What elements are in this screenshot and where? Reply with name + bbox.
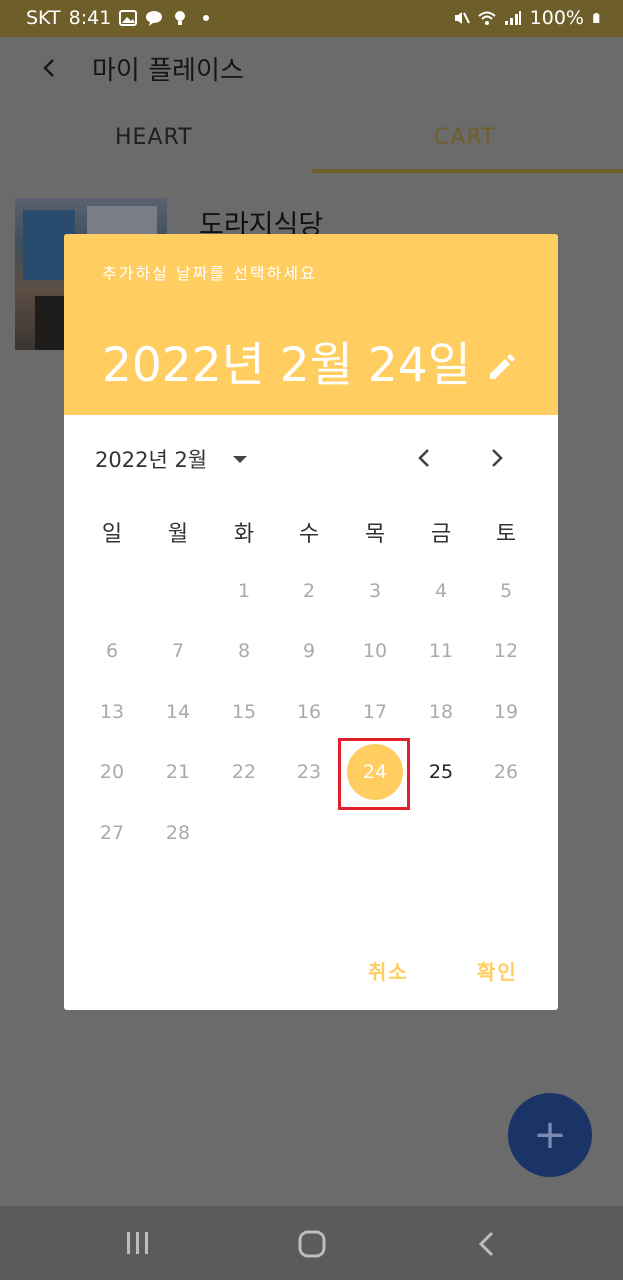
battery-percent: 100% [529, 7, 584, 29]
calendar-day[interactable]: 9 [281, 623, 337, 679]
bulb-icon [175, 11, 186, 25]
calendar-day[interactable]: 5 [478, 563, 534, 619]
date-picker-dialog: 추가하실 날짜를 선택하세요 2022년 2월 24일 2022년 2월 일 월… [64, 234, 558, 1010]
calendar-day[interactable]: 27 [84, 805, 140, 861]
dialog-subtitle: 추가하실 날짜를 선택하세요 [102, 264, 317, 283]
carrier-label: SKT [26, 7, 61, 29]
ok-button[interactable]: 확인 [477, 956, 518, 985]
calendar-day[interactable]: 10 [347, 623, 403, 679]
page-title: 마이 플레이스 [92, 56, 244, 86]
image-icon [119, 10, 138, 26]
signal-icon [504, 11, 521, 25]
weekday-label: 목 [364, 522, 386, 547]
edit-pencil-icon[interactable] [484, 348, 520, 384]
calendar-day[interactable]: 12 [478, 623, 534, 679]
tab-cart[interactable]: CART [434, 125, 496, 150]
calendar-day[interactable]: 8 [216, 623, 272, 679]
cancel-button[interactable]: 취소 [368, 956, 409, 985]
prev-month-icon[interactable] [412, 444, 438, 472]
calendar-day[interactable]: 7 [150, 623, 206, 679]
home-icon[interactable] [297, 1230, 327, 1258]
selected-day-highlight-box [338, 738, 410, 810]
calendar-day[interactable]: 18 [413, 684, 469, 740]
wifi-icon [478, 11, 496, 25]
calendar-day[interactable]: 23 [281, 744, 337, 800]
weekday-label: 토 [495, 522, 517, 547]
calendar-day[interactable]: 4 [413, 563, 469, 619]
calendar-day[interactable]: 13 [84, 684, 140, 740]
dot-icon [203, 15, 210, 21]
back-icon[interactable] [474, 1230, 500, 1258]
kakaotalk-icon [146, 11, 163, 26]
weekday-label: 금 [430, 522, 452, 547]
calendar-day[interactable]: 20 [84, 744, 140, 800]
add-fab-button[interactable]: + [508, 1093, 592, 1177]
next-month-icon[interactable] [484, 444, 510, 472]
calendar-day[interactable]: 11 [413, 623, 469, 679]
calendar-day[interactable]: 22 [216, 744, 272, 800]
calendar-day[interactable]: 17 [347, 684, 403, 740]
weekday-label: 월 [167, 522, 189, 547]
calendar-day[interactable]: 2 [281, 563, 337, 619]
calendar-day[interactable]: 21 [150, 744, 206, 800]
recent-apps-icon[interactable] [124, 1230, 152, 1256]
weekday-label: 수 [298, 522, 320, 547]
calendar-day[interactable]: 1 [216, 563, 272, 619]
calendar-day[interactable]: 14 [150, 684, 206, 740]
tab-heart[interactable]: HEART [115, 125, 193, 150]
calendar-day[interactable]: 16 [281, 684, 337, 740]
weekday-label: 일 [101, 522, 123, 547]
calendar-day[interactable]: 26 [478, 744, 534, 800]
tab-indicator [312, 169, 623, 173]
weekday-label: 화 [233, 522, 255, 547]
calendar-day[interactable]: 28 [150, 805, 206, 861]
back-arrow-icon[interactable] [36, 54, 64, 82]
mute-icon [454, 12, 470, 24]
battery-icon [593, 13, 600, 23]
month-year-label[interactable]: 2022년 2월 [95, 444, 207, 474]
date-picker-header: 추가하실 날짜를 선택하세요 2022년 2월 24일 [64, 234, 558, 415]
status-bar: SKT 8:41 100% [0, 0, 623, 37]
calendar-day[interactable]: 3 [347, 563, 403, 619]
system-nav-bar [0, 1206, 623, 1280]
calendar-day[interactable]: 19 [478, 684, 534, 740]
calendar-day[interactable]: 25 [413, 744, 469, 800]
tab-bar: HEART CART [0, 107, 623, 173]
calendar-day[interactable]: 6 [84, 623, 140, 679]
clock: 8:41 [68, 7, 112, 29]
dropdown-arrow-icon[interactable] [230, 449, 250, 469]
calendar-day[interactable]: 15 [216, 684, 272, 740]
selected-date: 2022년 2월 24일 [102, 338, 471, 393]
